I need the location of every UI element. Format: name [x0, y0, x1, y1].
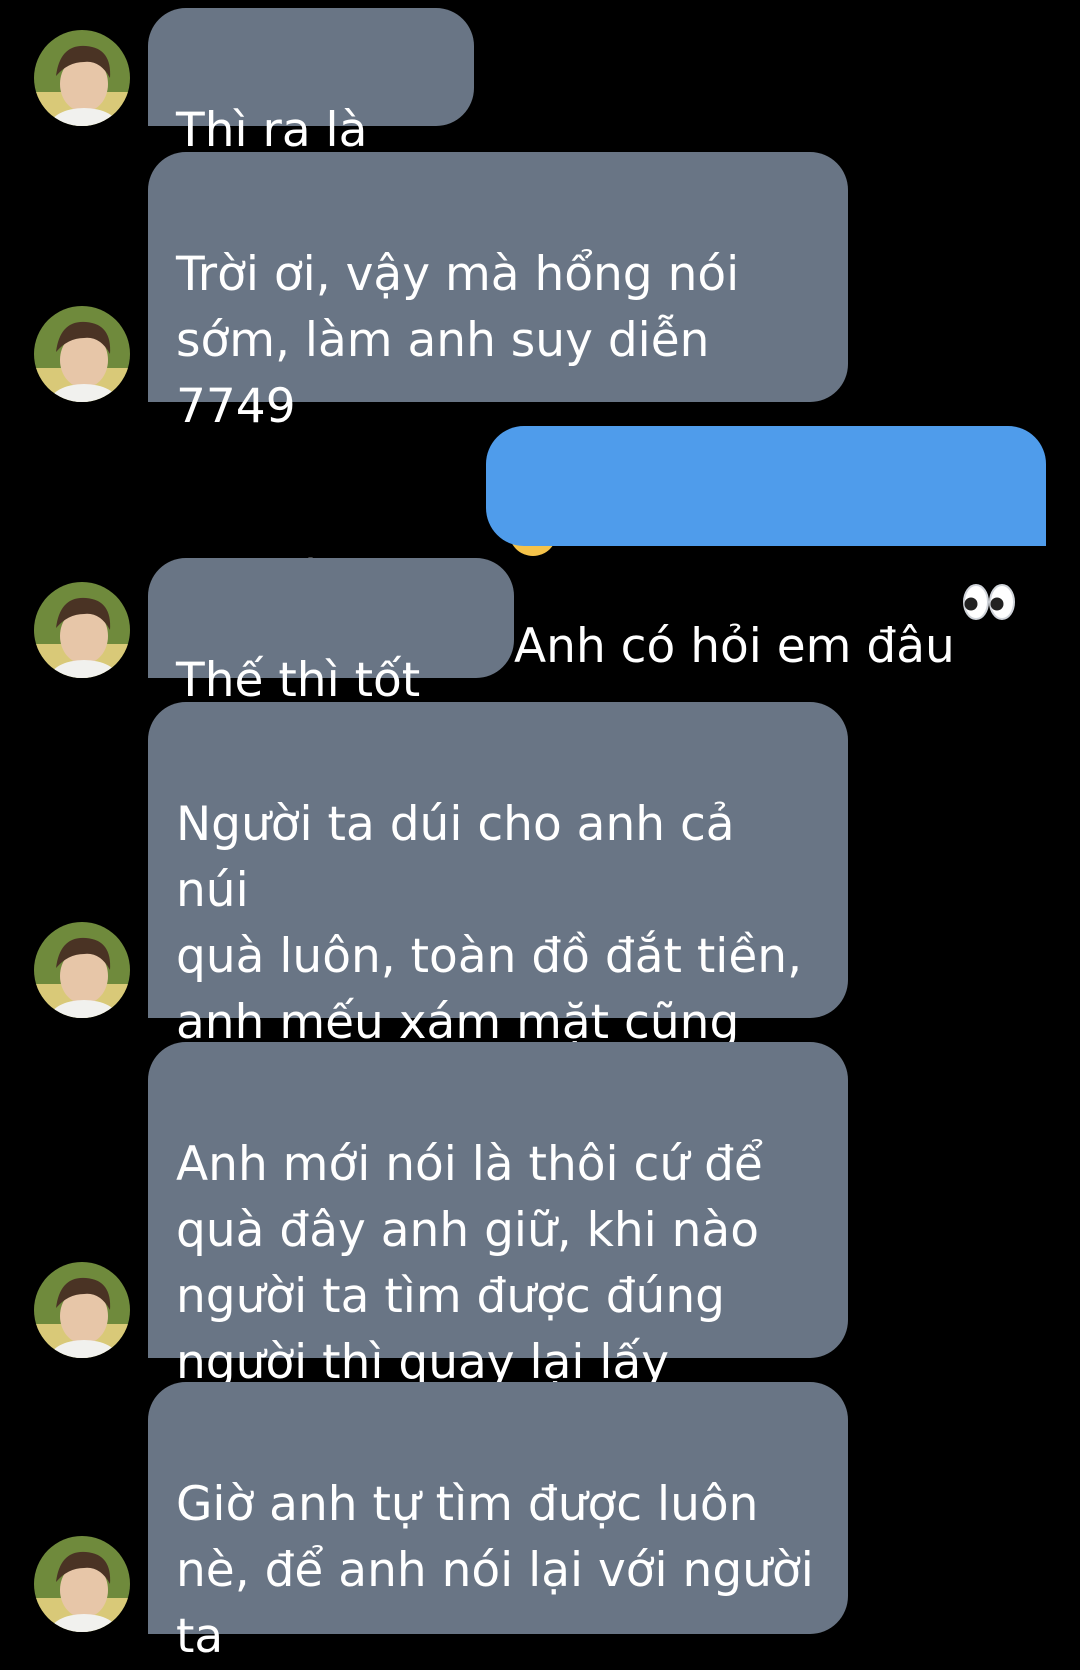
sender-avatar[interactable] [34, 582, 130, 678]
message-bubble[interactable]: Thế thì tốt rồi [148, 558, 514, 774]
sender-avatar[interactable] [34, 30, 130, 126]
message-bubble[interactable]: Thì ra là em [148, 8, 474, 224]
chat-thread: Thì ra là em Trời ơi, vậy mà hổng nói sớ… [0, 0, 1080, 1664]
message-text: Giờ anh tự tìm được luôn nè, để anh nói … [176, 1477, 814, 1664]
sender-avatar[interactable] [34, 1536, 130, 1632]
eyes-icon [961, 516, 1017, 688]
sender-avatar[interactable] [34, 306, 130, 402]
message-text: Anh mới nói là thôi cứ để quà đây anh gi… [176, 1137, 763, 1390]
message-bubble[interactable]: Anh mới nói là thôi cứ để quà đây anh gi… [148, 1042, 848, 1390]
message-bubble[interactable]: Giờ anh tự tìm được luôn nè, để anh nói … [148, 1382, 848, 1664]
message-bubble-outgoing[interactable]: Anh có hỏi em đâu [486, 426, 1046, 674]
sender-avatar[interactable] [34, 1262, 130, 1358]
message-text: Anh có hỏi em đâu [514, 619, 955, 674]
message-bubble[interactable]: Người ta dúi cho anh cả núi quà luôn, to… [148, 702, 848, 1116]
sender-avatar[interactable] [34, 922, 130, 1018]
message-bubble[interactable]: Trời ơi, vậy mà hổng nói sớm, làm anh su… [148, 152, 848, 610]
